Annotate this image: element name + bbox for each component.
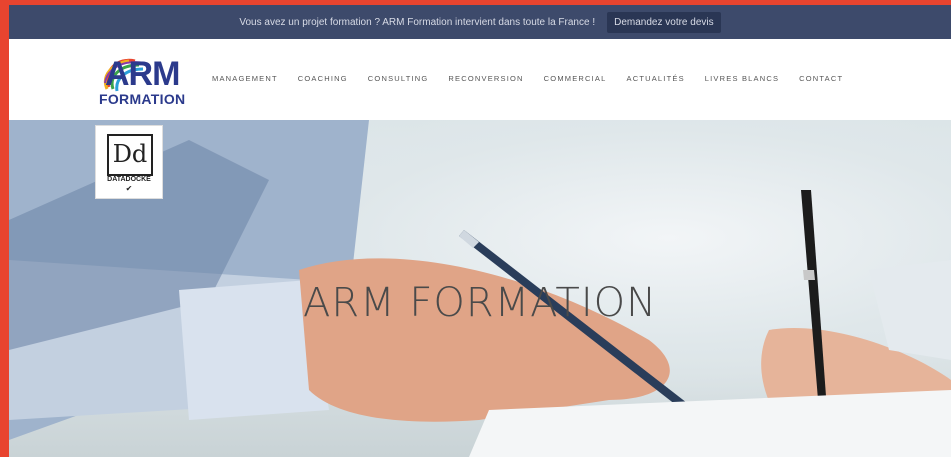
datadocke-mark: Dd <box>107 134 153 176</box>
logo-formation-text: FORMATION <box>99 91 186 107</box>
datadocke-dd-text: Dd <box>112 140 148 168</box>
hero-title: ARM FORMATION <box>302 280 658 326</box>
datadocke-label: DATADOCKÉ <box>107 176 151 183</box>
nav-item-consulting[interactable]: CONSULTING <box>368 74 429 83</box>
hero-banner: Dd DATADOCKÉ ✔ ARM FORMATION <box>9 120 951 457</box>
datadocke-badge: Dd DATADOCKÉ ✔ <box>95 125 163 199</box>
nav-item-commercial[interactable]: COMMERCIAL <box>544 74 607 83</box>
nav-item-reconversion[interactable]: RECONVERSION <box>448 74 523 83</box>
announcement-bar: Vous avez un projet formation ? ARM Form… <box>9 5 951 39</box>
announcement-text: Vous avez un projet formation ? ARM Form… <box>239 16 596 28</box>
site-header: ARM FORMATION MANAGEMENT COACHING CONSUL… <box>9 39 951 120</box>
request-quote-button[interactable]: Demandez votre devis <box>607 11 721 33</box>
nav-item-management[interactable]: MANAGEMENT <box>212 74 278 83</box>
nav-item-contact[interactable]: CONTACT <box>799 74 843 83</box>
nav-item-actualites[interactable]: ACTUALITÉS <box>627 74 685 83</box>
check-icon: ✔ <box>125 184 133 193</box>
nav-item-livres-blancs[interactable]: LIVRES BLANCS <box>705 74 779 83</box>
nav-item-coaching[interactable]: COACHING <box>298 74 348 83</box>
page-frame: Vous avez un projet formation ? ARM Form… <box>9 5 951 457</box>
arm-formation-logo[interactable]: ARM FORMATION <box>95 53 191 111</box>
logo-arm-text: ARM <box>105 55 180 93</box>
main-navigation: MANAGEMENT COACHING CONSULTING RECONVERS… <box>212 74 843 83</box>
